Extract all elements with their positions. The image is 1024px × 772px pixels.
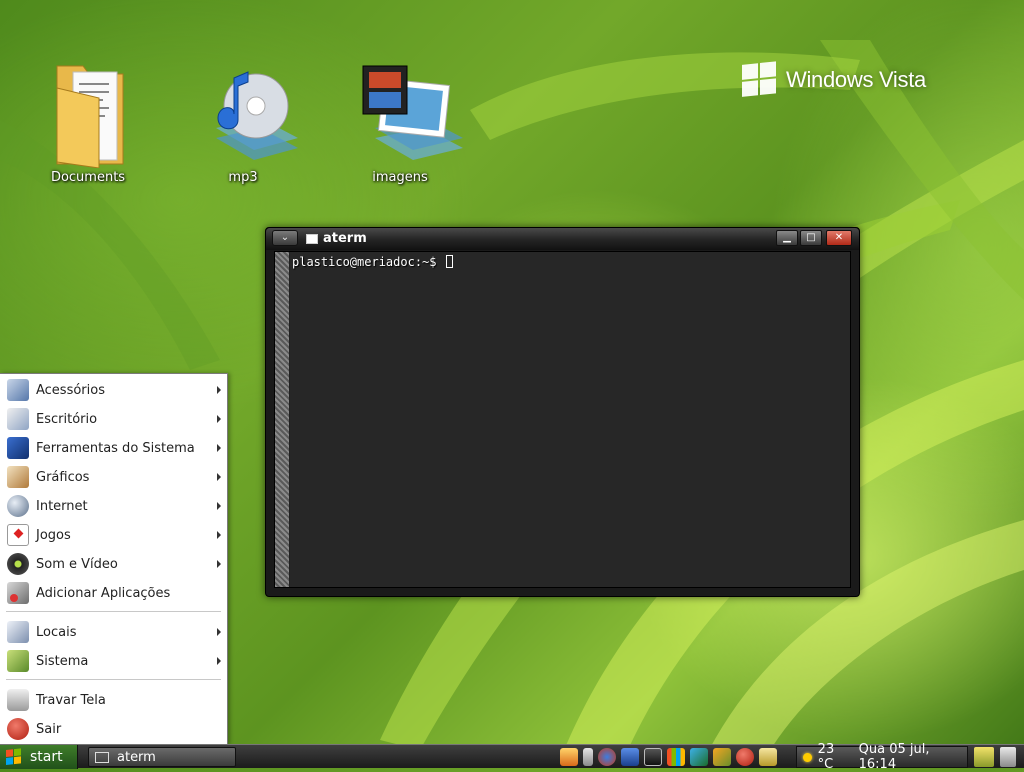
- menu-item-label: Som e Vídeo: [36, 556, 118, 572]
- media-icon[interactable]: [690, 748, 708, 766]
- menu-item-label: Acessórios: [36, 382, 105, 398]
- shell-prompt: plastico@meriadoc:~$: [292, 255, 444, 269]
- terminal-scrollbar[interactable]: [275, 252, 290, 587]
- images-icon: [355, 58, 463, 168]
- menu-item-escritorio[interactable]: Escritório: [0, 405, 227, 433]
- menu-item-label: Gráficos: [36, 469, 90, 485]
- home-icon[interactable]: [560, 748, 578, 766]
- folder-icon: [43, 58, 133, 169]
- menu-item-label: Jogos: [36, 527, 71, 543]
- menu-item-locais[interactable]: Locais: [0, 618, 227, 646]
- maximize-button[interactable]: □: [800, 230, 822, 246]
- games-cards-icon: [7, 524, 29, 546]
- system-tray: [560, 747, 782, 767]
- submenu-arrow-icon: [217, 473, 221, 481]
- start-menu: Acessórios Escritório Ferramentas do Sis…: [0, 373, 228, 745]
- menu-item-label: Locais: [36, 624, 77, 640]
- desktop-icon-label: imagens: [372, 170, 428, 185]
- menu-item-label: Internet: [36, 498, 88, 514]
- music-cd-icon: [198, 58, 298, 168]
- menu-item-acessorios[interactable]: Acessórios: [0, 376, 227, 404]
- lock-icon: [7, 689, 29, 711]
- submenu-arrow-icon: [217, 444, 221, 452]
- menu-item-label: Travar Tela: [36, 692, 106, 708]
- windows-flag-icon: [6, 748, 24, 766]
- terminal-window[interactable]: ⌄ aterm ▁ □ ✕ plastico@meriadoc:~$: [265, 227, 860, 597]
- logout-icon: [7, 718, 29, 740]
- menu-item-sair[interactable]: Sair: [0, 715, 227, 743]
- minimize-button[interactable]: ▁: [776, 230, 798, 246]
- terminal-icon[interactable]: [644, 748, 662, 766]
- sound-video-icon: [7, 553, 29, 575]
- taskbar: start aterm 23 °C Qua 05 jul, 16:14: [0, 742, 1024, 772]
- display-icon[interactable]: [621, 748, 639, 766]
- menu-item-sistema[interactable]: Sistema: [0, 647, 227, 675]
- terminal-content[interactable]: plastico@meriadoc:~$: [274, 251, 851, 588]
- add-applications-icon: [7, 582, 29, 604]
- menu-item-label: Escritório: [36, 411, 98, 427]
- menu-item-label: Sair: [36, 721, 62, 737]
- menu-item-label: Ferramentas do Sistema: [36, 440, 195, 456]
- desktop-icon-label: mp3: [228, 170, 258, 185]
- clock-weather-area[interactable]: 23 °C Qua 05 jul, 16:14: [796, 742, 968, 772]
- browser-icon[interactable]: [598, 748, 616, 766]
- sun-icon: [803, 752, 812, 762]
- graphics-icon: [7, 466, 29, 488]
- desktop-icon-documents[interactable]: Documents: [33, 58, 143, 185]
- menu-item-label: Sistema: [36, 653, 89, 669]
- text-cursor: [445, 255, 453, 268]
- menu-item-internet[interactable]: Internet: [0, 492, 227, 520]
- task-label: aterm: [117, 749, 156, 765]
- menu-item-jogos[interactable]: Jogos: [0, 521, 227, 549]
- places-icon: [7, 621, 29, 643]
- windows-flag-icon: [742, 61, 778, 99]
- submenu-arrow-icon: [217, 386, 221, 394]
- menu-item-som-video[interactable]: Som e Vídeo: [0, 550, 227, 578]
- submenu-arrow-icon: [217, 628, 221, 636]
- internet-globe-icon: [7, 495, 29, 517]
- usb-drive-icon[interactable]: [583, 748, 593, 766]
- window-title: aterm: [323, 231, 367, 246]
- start-label: start: [30, 749, 63, 765]
- window-menu-button[interactable]: ⌄: [272, 230, 298, 246]
- accessories-icon: [7, 379, 29, 401]
- window-icon: [95, 751, 109, 763]
- menu-separator: [6, 611, 221, 612]
- submenu-arrow-icon: [217, 415, 221, 423]
- office-icon: [7, 408, 29, 430]
- windows-vista-logo: Windows Vista: [742, 61, 926, 99]
- terminal-app-icon: [306, 234, 318, 244]
- submenu-arrow-icon: [217, 560, 221, 568]
- terminal-prompt-line: plastico@meriadoc:~$: [292, 255, 453, 269]
- network-icon[interactable]: [759, 748, 777, 766]
- brand-text: Windows Vista: [786, 67, 926, 92]
- trash-icon[interactable]: [1000, 747, 1016, 767]
- taskbar-button-aterm[interactable]: aterm: [88, 747, 236, 767]
- close-button[interactable]: ✕: [826, 230, 852, 246]
- desktop-icon-mp3[interactable]: mp3: [188, 58, 298, 185]
- menu-item-travar-tela[interactable]: Travar Tela: [0, 686, 227, 714]
- submenu-arrow-icon: [217, 657, 221, 665]
- desktop-icon-imagens[interactable]: imagens: [345, 58, 463, 185]
- desktop-icon-label: Documents: [50, 170, 126, 185]
- flag-icon[interactable]: [667, 748, 685, 766]
- applications-icon[interactable]: [713, 748, 731, 766]
- menu-item-label: Adicionar Aplicações: [36, 585, 171, 601]
- system-tools-icon: [7, 437, 29, 459]
- show-desktop-icon[interactable]: [974, 747, 994, 767]
- submenu-arrow-icon: [217, 502, 221, 510]
- menu-item-adicionar-aplicacoes[interactable]: Adicionar Aplicações: [0, 579, 227, 607]
- quit-icon[interactable]: [736, 748, 754, 766]
- system-icon: [7, 650, 29, 672]
- window-titlebar[interactable]: ⌄ aterm ▁ □ ✕: [266, 228, 859, 250]
- menu-item-graficos[interactable]: Gráficos: [0, 463, 227, 491]
- start-button[interactable]: start: [0, 745, 78, 769]
- submenu-arrow-icon: [217, 531, 221, 539]
- menu-separator: [6, 679, 221, 680]
- menu-item-ferramentas[interactable]: Ferramentas do Sistema: [0, 434, 227, 462]
